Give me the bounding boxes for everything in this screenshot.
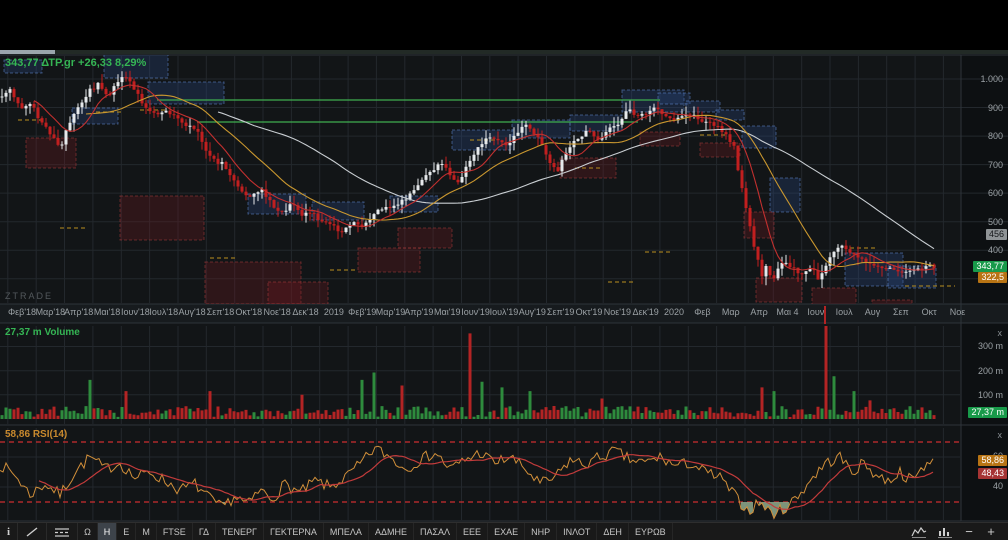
ticker-button[interactable]: ΓΕΚΤΕΡΝΑ bbox=[264, 523, 324, 540]
ticker-button[interactable]: ΓΔ bbox=[193, 523, 216, 540]
last-price-badge: 343,77 bbox=[973, 261, 1007, 272]
volume-name: Volume bbox=[44, 327, 79, 338]
x-axis-label: Δεκ'19 bbox=[633, 307, 659, 317]
volume-value: 27,37 m bbox=[5, 327, 42, 338]
scrollbar-thumb[interactable] bbox=[0, 50, 55, 54]
x-axis-label: Αυγ bbox=[865, 307, 880, 317]
info-icon: i bbox=[7, 526, 10, 538]
ticker-button[interactable]: ΑΔΜΗΕ bbox=[369, 523, 414, 540]
x-axis-label: Σεπ'18 bbox=[207, 307, 235, 317]
x-axis-label: Σεπ'19 bbox=[547, 307, 575, 317]
x-axis-label: Οκτ'18 bbox=[235, 307, 262, 317]
x-axis-label: Μαι 4 bbox=[776, 307, 798, 317]
x-axis-label: Μαρ'19 bbox=[376, 307, 406, 317]
x-axis-label: Απρ'18 bbox=[64, 307, 93, 317]
x-axis-label: Φεβ'18 bbox=[8, 307, 36, 317]
x-axis-label: Μαι'18 bbox=[94, 307, 120, 317]
indicators-button[interactable] bbox=[47, 523, 78, 540]
rsi-value: 58,86 bbox=[5, 429, 30, 440]
info-button[interactable]: i bbox=[0, 523, 18, 540]
ticker-button[interactable]: ΤΕΝΕΡΓ bbox=[216, 523, 264, 540]
ticker-button[interactable]: ΙΝΛΟΤ bbox=[557, 523, 597, 540]
price-tick: 400 bbox=[988, 245, 1003, 255]
x-axis-label: Ιουλ bbox=[836, 307, 853, 317]
x-axis-label: Νοε bbox=[950, 307, 966, 317]
x-axis-label: Ιουλ'18 bbox=[149, 307, 178, 317]
chart-style-line-button[interactable] bbox=[908, 523, 930, 540]
bottom-toolbar: i ΩΗΕΜFTSEΓΔΤΕΝΕΡΓΓΕΚΤΕΡΝΑΜΠΕΛΑΑΔΜΗΕΠΑΣΑ… bbox=[0, 522, 1008, 540]
x-axis-label: Απρ bbox=[750, 307, 767, 317]
volume-panel-close-button[interactable]: x bbox=[998, 329, 1003, 338]
ticker-button[interactable]: Ω bbox=[78, 523, 98, 540]
x-axis-label: Οκτ bbox=[922, 307, 937, 317]
price-tick: 700 bbox=[988, 160, 1003, 170]
ticker-button[interactable]: ΕΧΑΕ bbox=[488, 523, 525, 540]
x-axis-label: Φεβ'19 bbox=[348, 307, 376, 317]
x-axis-label: Σεπ bbox=[893, 307, 909, 317]
trading-app-window: 343,77 ΔΤΡ.gr +26,33 8,29% ZTRADE 27,37 … bbox=[0, 0, 1008, 540]
x-axis-label: 2020 bbox=[664, 307, 684, 317]
x-axis-label: Ιουν'19 bbox=[461, 307, 490, 317]
price-tick: 1.000 bbox=[980, 74, 1003, 84]
chart-canvas[interactable] bbox=[0, 0, 1008, 540]
ticker-list: ΩΗΕΜFTSEΓΔΤΕΝΕΡΓΓΕΚΤΕΡΝΑΜΠΕΛΑΑΔΜΗΕΠΑΣΑΛΕ… bbox=[78, 523, 673, 540]
x-axis-label: Νοε'19 bbox=[604, 307, 631, 317]
price-tick: 900 bbox=[988, 103, 1003, 113]
price-tick: 600 bbox=[988, 188, 1003, 198]
ticker-button[interactable]: ΕΕΕ bbox=[457, 523, 488, 540]
rsi-signal-badge: 48,43 bbox=[978, 468, 1007, 479]
ticker-button[interactable]: ΠΑΣΑΛ bbox=[414, 523, 457, 540]
volume-tick: 300 m bbox=[978, 341, 1003, 351]
symbol-quote-label: 343,77 ΔΤΡ.gr +26,33 8,29% bbox=[5, 57, 146, 69]
toolbar-right-group: − + bbox=[908, 523, 1008, 540]
ticker-button[interactable]: Η bbox=[98, 523, 118, 540]
x-axis-label: Ιουν'18 bbox=[121, 307, 150, 317]
x-axis-label: Ιουλ'19 bbox=[490, 307, 519, 317]
ticker-button[interactable]: ΝΗΡ bbox=[525, 523, 557, 540]
x-axis-label: Απρ'19 bbox=[404, 307, 433, 317]
zoom-in-button[interactable]: + bbox=[982, 524, 1000, 539]
alert-price-badge: 322,5 bbox=[978, 272, 1007, 283]
x-axis-label: Μαρ'18 bbox=[36, 307, 66, 317]
watermark: ZTRADE bbox=[5, 291, 53, 301]
ticker-button[interactable]: Ε bbox=[117, 523, 136, 540]
x-axis-label: Δεκ'18 bbox=[292, 307, 318, 317]
ticker-button[interactable]: ΕΥΡΩΒ bbox=[629, 523, 673, 540]
volume-value-badge: 27,37 m bbox=[968, 407, 1007, 418]
line-chart-icon bbox=[911, 526, 927, 538]
x-axis-label: Μαι'19 bbox=[434, 307, 460, 317]
ticker-button[interactable]: ΜΠΕΛΑ bbox=[324, 523, 369, 540]
price-tick: 500 bbox=[988, 217, 1003, 227]
volume-tick: 100 m bbox=[978, 390, 1003, 400]
ma-value-badge: 456 bbox=[986, 229, 1007, 240]
x-axis-label: Ιουν bbox=[807, 307, 824, 317]
price-tick: 800 bbox=[988, 131, 1003, 141]
indicators-icon bbox=[54, 526, 70, 538]
rsi-value-badge: 58,86 bbox=[978, 455, 1007, 466]
draw-line-button[interactable] bbox=[18, 523, 47, 540]
x-axis-label: Φεβ bbox=[694, 307, 710, 317]
volume-tick: 200 m bbox=[978, 366, 1003, 376]
x-axis-label: Νοε'18 bbox=[264, 307, 291, 317]
ticker-button[interactable]: Μ bbox=[136, 523, 157, 540]
ticker-button[interactable]: ΔΕΗ bbox=[597, 523, 629, 540]
zoom-out-button[interactable]: − bbox=[960, 524, 978, 539]
rsi-tick: 40 bbox=[993, 481, 1003, 491]
chart-style-bars-button[interactable] bbox=[934, 523, 956, 540]
x-axis-label: Αυγ'19 bbox=[519, 307, 546, 317]
bar-chart-icon bbox=[937, 526, 953, 538]
x-axis-label: Μαρ bbox=[722, 307, 740, 317]
draw-line-icon bbox=[25, 526, 39, 538]
ticker-button[interactable]: FTSE bbox=[157, 523, 193, 540]
x-axis-label: 2019 bbox=[324, 307, 344, 317]
x-axis-label: Οκτ'19 bbox=[576, 307, 603, 317]
x-axis-label: Αυγ'18 bbox=[179, 307, 206, 317]
rsi-name: RSI(14) bbox=[33, 429, 67, 440]
volume-indicator-label[interactable]: 27,37 m Volume bbox=[5, 327, 80, 338]
rsi-panel-close-button[interactable]: x bbox=[998, 431, 1003, 440]
chart-scrollbar[interactable] bbox=[0, 50, 1008, 54]
rsi-indicator-label[interactable]: 58,86 RSI(14) bbox=[5, 429, 67, 440]
